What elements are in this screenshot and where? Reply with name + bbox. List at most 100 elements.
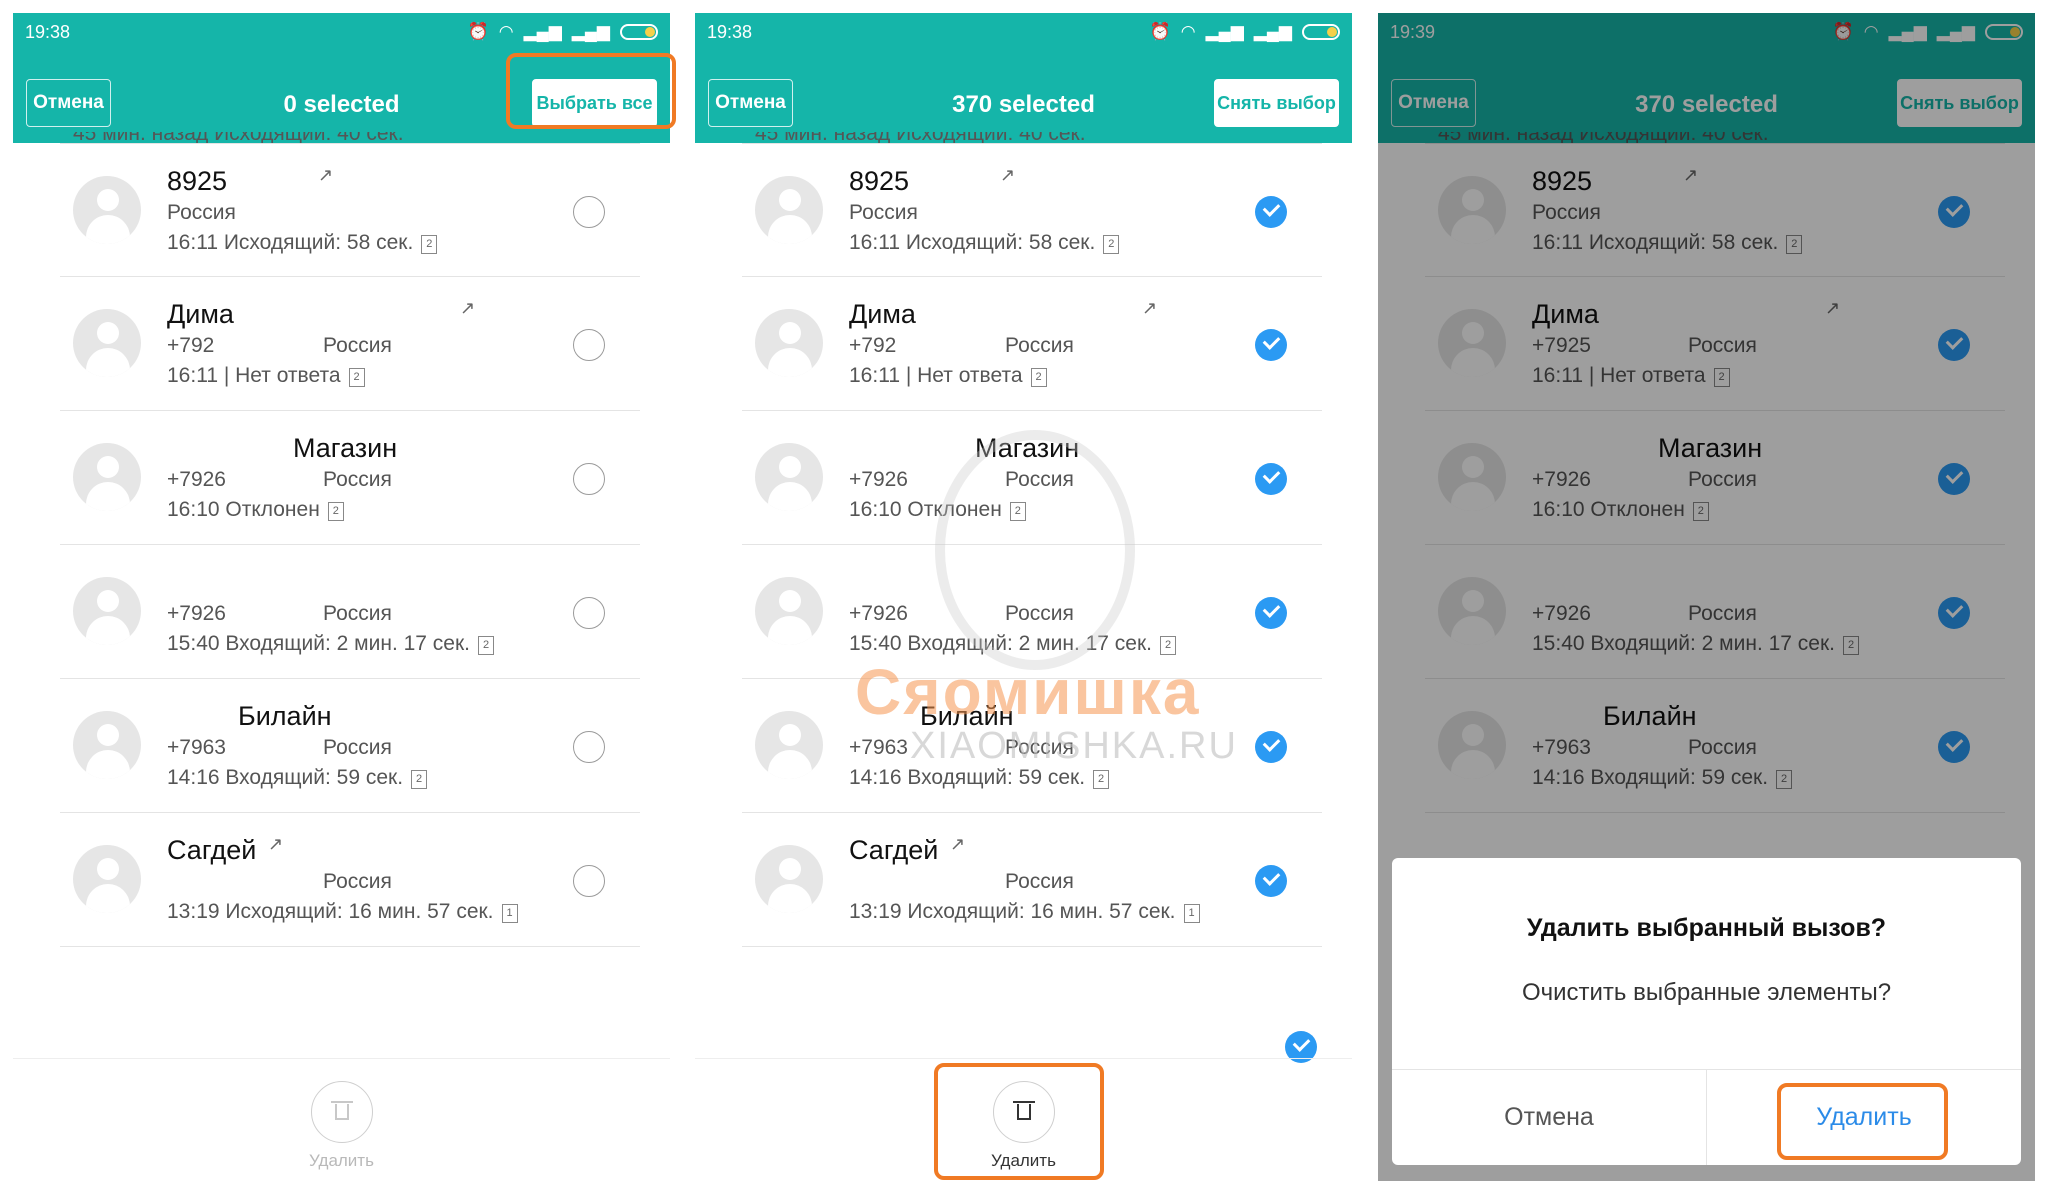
call-detail: 15:40 Входящий: 2 мин. 17 сек. bbox=[849, 632, 1153, 655]
call-row[interactable]: +7926 Россия 15:40 Входящий: 2 мин. 17 с… bbox=[742, 545, 1322, 679]
avatar bbox=[73, 443, 141, 511]
contact-name: Билайн bbox=[920, 701, 1014, 731]
call-row[interactable]: Билайн +7963 Россия 14:16 Входящий: 59 с… bbox=[60, 679, 640, 813]
sim-icon: 2 bbox=[411, 770, 428, 789]
screen-1: 19:38 ⏰ ◠ ▂▄▆ ▂▄▆ Отмена 0 selected Выбр… bbox=[13, 13, 670, 1181]
phone-number: +7926 bbox=[849, 468, 908, 491]
wifi-icon: ◠ bbox=[498, 22, 514, 41]
contact-name: 8925 bbox=[167, 166, 228, 196]
dialog-cancel-button[interactable]: Отмена bbox=[1392, 1070, 1707, 1165]
select-checkbox-checked[interactable] bbox=[1255, 865, 1287, 897]
select-checkbox[interactable] bbox=[573, 865, 605, 897]
outgoing-arrow-icon: ↗ bbox=[318, 165, 334, 185]
phone-number: +7963 bbox=[849, 736, 908, 759]
select-checkbox-checked[interactable] bbox=[1255, 597, 1287, 629]
signal-icon-2: ▂▄▆ bbox=[571, 22, 610, 41]
select-checkbox[interactable] bbox=[573, 196, 605, 228]
sim-icon: 2 bbox=[1160, 636, 1177, 655]
avatar bbox=[73, 845, 141, 913]
dialog-message: Очистить выбранные элементы? bbox=[1521, 979, 1892, 1006]
signal-icon-2: ▂▄▆ bbox=[1253, 22, 1292, 41]
call-list: 8925 ↗ Россия 16:11 Исходящий: 58 сек. 2 … bbox=[695, 143, 1352, 947]
country: Россия bbox=[1005, 602, 1074, 625]
call-row[interactable]: 8925 ↗ Россия 16:11 Исходящий: 58 сек. 2 bbox=[742, 143, 1322, 277]
call-detail: 16:10 Отклонен bbox=[849, 498, 1002, 521]
phone-number: +792 bbox=[849, 334, 897, 357]
avatar bbox=[755, 443, 823, 511]
call-row[interactable]: Сагдей ↗ Россия 13:19 Исходящий: 16 мин.… bbox=[742, 813, 1322, 947]
avatar bbox=[755, 845, 823, 913]
highlight-delete-button bbox=[934, 1063, 1104, 1180]
outgoing-arrow-icon: ↗ bbox=[1000, 165, 1016, 185]
avatar bbox=[73, 711, 141, 779]
call-detail: 13:19 Исходящий: 16 мин. 57 сек. bbox=[849, 900, 1176, 923]
call-row[interactable]: Магазин +7926 Россия 16:10 Отклонен 2 bbox=[60, 411, 640, 545]
call-row[interactable]: 8925 ↗ Россия 16:11 Исходящий: 58 сек. 2 bbox=[60, 143, 640, 277]
country: Россия bbox=[849, 201, 918, 224]
bottom-action-bar: Удалить bbox=[13, 1058, 670, 1181]
phone-number: +7926 bbox=[849, 602, 908, 625]
wifi-icon: ◠ bbox=[1180, 22, 1196, 41]
selection-header: Отмена 370 selected Снять выбор bbox=[695, 53, 1352, 143]
select-checkbox[interactable] bbox=[573, 731, 605, 763]
call-detail: 14:16 Входящий: 59 сек. bbox=[167, 766, 404, 789]
sim-icon: 1 bbox=[501, 904, 518, 923]
select-checkbox[interactable] bbox=[573, 463, 605, 495]
sim-icon: 2 bbox=[327, 502, 344, 521]
signal-icon: ▂▄▆ bbox=[523, 22, 562, 41]
battery-icon bbox=[1302, 24, 1340, 40]
country: Россия bbox=[1005, 870, 1074, 893]
select-checkbox-checked[interactable] bbox=[1255, 463, 1287, 495]
phone-number: +7963 bbox=[167, 736, 226, 759]
call-row[interactable]: +7926 Россия 15:40 Входящий: 2 мин. 17 с… bbox=[60, 545, 640, 679]
sim-icon: 1 bbox=[1183, 904, 1200, 923]
country: Россия bbox=[323, 334, 392, 357]
contact-name: Магазин bbox=[975, 433, 1080, 463]
country: Россия bbox=[1005, 468, 1074, 491]
contact-name: Дима bbox=[167, 299, 234, 329]
sim-icon: 2 bbox=[478, 636, 495, 655]
country: Россия bbox=[167, 201, 236, 224]
select-checkbox[interactable] bbox=[573, 597, 605, 629]
avatar bbox=[73, 309, 141, 377]
call-row[interactable]: Дима ↗ +792 Россия 16:11 | Нет ответа 2 bbox=[742, 277, 1322, 411]
country: Россия bbox=[323, 468, 392, 491]
avatar bbox=[755, 577, 823, 645]
dialog-title: Удалить выбранный вызов? bbox=[1526, 914, 1887, 942]
select-checkbox[interactable] bbox=[573, 329, 605, 361]
highlight-dialog-delete bbox=[1777, 1083, 1948, 1160]
delete-label: Удалить bbox=[309, 1151, 374, 1170]
contact-name: Сагдей bbox=[167, 835, 257, 865]
sim-icon: 2 bbox=[1009, 502, 1026, 521]
call-row[interactable]: Билайн +7963 Россия 14:16 Входящий: 59 с… bbox=[742, 679, 1322, 813]
contact-name: Дима bbox=[849, 299, 916, 329]
phone-number: +792 bbox=[167, 334, 215, 357]
outgoing-arrow-icon: ↗ bbox=[1142, 298, 1158, 318]
avatar bbox=[755, 176, 823, 244]
contact-name: Магазин bbox=[293, 433, 398, 463]
contact-name: Билайн bbox=[238, 701, 332, 731]
call-row[interactable]: Магазин +7926 Россия 16:10 Отклонен 2 bbox=[742, 411, 1322, 545]
deselect-all-button[interactable]: Снять выбор bbox=[1214, 79, 1339, 127]
call-detail: 15:40 Входящий: 2 мин. 17 сек. bbox=[167, 632, 471, 655]
call-detail: 16:10 Отклонен bbox=[167, 498, 320, 521]
screen-2: 19:38 ⏰ ◠ ▂▄▆ ▂▄▆ Отмена 370 selected Сн… bbox=[695, 13, 1352, 1181]
outgoing-arrow-icon: ↗ bbox=[268, 834, 284, 854]
delete-button[interactable]: Удалить bbox=[297, 1081, 387, 1171]
avatar bbox=[73, 577, 141, 645]
alarm-icon: ⏰ bbox=[1149, 22, 1171, 41]
sim-icon: 2 bbox=[1103, 235, 1120, 254]
avatar bbox=[73, 176, 141, 244]
call-detail: 13:19 Исходящий: 16 мин. 57 сек. bbox=[167, 900, 494, 923]
select-checkbox-checked[interactable] bbox=[1255, 196, 1287, 228]
status-bar: 19:38 ⏰ ◠ ▂▄▆ ▂▄▆ bbox=[695, 13, 1352, 53]
call-detail: 16:11 | Нет ответа bbox=[849, 364, 1023, 387]
select-checkbox-checked[interactable] bbox=[1255, 731, 1287, 763]
status-time: 19:38 bbox=[707, 22, 753, 42]
select-checkbox-checked[interactable] bbox=[1255, 329, 1287, 361]
call-row[interactable]: Дима ↗ +792 Россия 16:11 | Нет ответа 2 bbox=[60, 277, 640, 411]
call-row[interactable]: Сагдей ↗ Россия 13:19 Исходящий: 16 мин.… bbox=[60, 813, 640, 947]
sim-icon: 2 bbox=[421, 235, 438, 254]
status-time: 19:38 bbox=[25, 22, 71, 42]
phone-number: +7926 bbox=[167, 602, 226, 625]
